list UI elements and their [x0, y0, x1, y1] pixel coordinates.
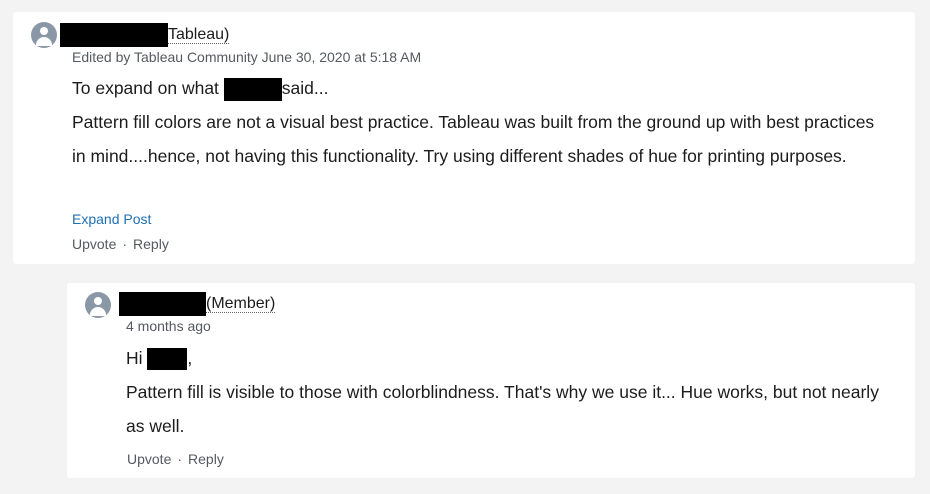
comment-actions: Upvote · Reply — [72, 236, 169, 252]
redacted-name — [119, 292, 206, 316]
reply-button[interactable]: Reply — [188, 451, 224, 467]
comment-meta: Edited by Tableau Community June 30, 202… — [72, 49, 422, 65]
comment-intro-line: To expand on what said... — [72, 71, 892, 105]
comment-body: Hi , Pattern fill is visible to those wi… — [126, 341, 896, 443]
redacted-name — [60, 23, 168, 47]
avatar-icon[interactable] — [31, 22, 57, 48]
author-line: (Member) — [119, 292, 276, 316]
upvote-button[interactable]: Upvote — [127, 451, 171, 467]
comment-actions: Upvote · Reply — [127, 451, 224, 467]
avatar-icon[interactable] — [85, 292, 111, 318]
redacted-mention — [223, 77, 282, 101]
reply-card: (Member) 4 months ago Hi , Pattern fill … — [67, 283, 915, 478]
comment-greeting-line: Hi , — [126, 341, 896, 375]
redacted-mention — [147, 348, 188, 371]
expand-post-link[interactable]: Expand Post — [72, 211, 151, 227]
reply-button[interactable]: Reply — [133, 236, 169, 252]
action-separator: · — [122, 236, 128, 252]
comment-paragraph: Pattern fill is visible to those with co… — [126, 382, 879, 436]
comment-meta: 4 months ago — [126, 318, 211, 334]
author-role[interactable]: Tableau) — [168, 26, 230, 45]
author-line: Tableau) — [60, 23, 230, 47]
upvote-button[interactable]: Upvote — [72, 236, 116, 252]
author-role[interactable]: (Member) — [206, 295, 276, 314]
comment-paragraph: Pattern fill colors are not a visual bes… — [72, 112, 875, 166]
comment-body: To expand on what said... Pattern fill c… — [72, 71, 892, 173]
comment-card: Tableau) Edited by Tableau Community Jun… — [13, 12, 915, 264]
action-separator: · — [177, 451, 183, 467]
